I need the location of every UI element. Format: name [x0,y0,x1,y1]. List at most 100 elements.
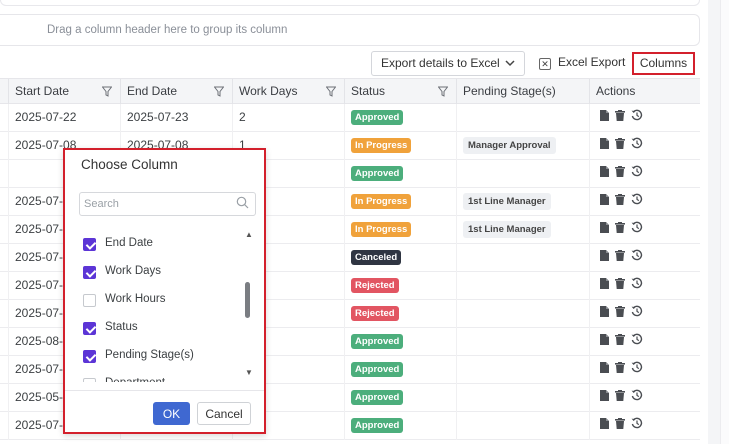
stage-chip: Manager Approval [463,137,556,155]
status-badge: Rejected [351,278,399,294]
cell-work-days: 2 [232,104,344,132]
history-icon[interactable] [631,412,643,439]
cell-status: Approved [344,356,456,384]
cell-actions [589,188,700,216]
grid-toolbar: Export details to Excel ✕ Excel Export [0,48,700,78]
column-checkbox[interactable] [83,322,96,335]
status-badge: Canceled [351,250,402,266]
file-icon[interactable] [600,216,609,243]
scroll-up-icon[interactable]: ▲ [245,230,253,239]
trash-icon[interactable] [615,244,625,271]
trash-icon[interactable] [615,300,625,327]
top-panel-edge [0,0,700,6]
status-badge: Approved [351,110,404,126]
history-icon[interactable] [631,132,643,159]
file-icon[interactable] [600,300,609,327]
cell-status: Approved [344,384,456,412]
trash-icon[interactable] [615,160,625,187]
trash-icon[interactable] [615,328,625,355]
history-icon[interactable] [631,188,643,215]
header-start-date[interactable]: Start Date [8,79,120,105]
status-badge: Rejected [351,306,399,322]
cell-status: Rejected [344,272,456,300]
header-pending-stages[interactable]: Pending Stage(s) [456,79,589,105]
column-checkbox[interactable] [83,378,96,382]
columns-button[interactable]: Columns [632,52,695,75]
history-icon[interactable] [631,356,643,383]
cell-status: Rejected [344,300,456,328]
cell-actions [589,384,700,412]
file-icon[interactable] [600,104,609,131]
file-icon[interactable] [600,132,609,159]
column-search-input[interactable] [79,192,256,216]
stage-chip: 1st Line Manager [463,193,551,211]
status-badge: In Progress [351,194,412,210]
file-icon[interactable] [600,328,609,355]
cell-status: In Progress [344,132,456,160]
export-details-dropdown[interactable]: Export details to Excel [371,51,525,76]
excel-export-button[interactable]: ✕ Excel Export [539,55,625,73]
grid-header: Start Date End Date Work Days Status Pen… [0,78,700,105]
trash-icon[interactable] [615,216,625,243]
cell-pending-stages: 1st Line Manager [456,188,589,216]
file-icon[interactable] [600,384,609,411]
table-row[interactable]: 2025-07-22 2025-07-23 2 Approved [0,104,700,132]
cell-end-date: 2025-07-23 [120,104,232,132]
page-scrollbar[interactable] [708,0,729,444]
file-icon[interactable] [600,412,609,439]
column-checkbox[interactable] [83,294,96,307]
excel-icon: ✕ [539,58,551,70]
scroll-down-icon[interactable]: ▼ [245,368,253,377]
history-icon[interactable] [631,216,643,243]
column-option-label: Status [105,321,138,333]
trash-icon[interactable] [615,104,625,131]
trash-icon[interactable] [615,356,625,383]
column-checkbox[interactable] [83,350,96,363]
group-panel[interactable]: Drag a column header here to group its c… [0,14,700,46]
column-checkbox[interactable] [83,238,96,251]
status-badge: Approved [351,334,404,350]
cell-actions [589,160,700,188]
cell-actions [589,328,700,356]
file-icon[interactable] [600,356,609,383]
history-icon[interactable] [631,328,643,355]
history-icon[interactable] [631,272,643,299]
trash-icon[interactable] [615,272,625,299]
column-option-label: Pending Stage(s) [105,349,194,361]
cell-status: Approved [344,104,456,132]
search-icon [236,196,249,212]
trash-icon[interactable] [615,412,625,439]
group-panel-hint: Drag a column header here to group its c… [47,24,288,36]
header-end-date[interactable]: End Date [120,79,232,105]
history-icon[interactable] [631,384,643,411]
cell-actions [589,132,700,160]
cell-status: Approved [344,328,456,356]
cell-pending-stages [456,412,589,440]
column-checkbox[interactable] [83,266,96,279]
cell-status: Approved [344,160,456,188]
history-icon[interactable] [631,244,643,271]
history-icon[interactable] [631,104,643,131]
header-status[interactable]: Status [344,79,456,105]
trash-icon[interactable] [615,132,625,159]
header-work-days[interactable]: Work Days [232,79,344,105]
cell-status: Canceled [344,244,456,272]
status-badge: In Progress [351,222,412,238]
file-icon[interactable] [600,188,609,215]
status-badge: Approved [351,390,404,406]
file-icon[interactable] [600,244,609,271]
file-icon[interactable] [600,160,609,187]
file-icon[interactable] [600,272,609,299]
cell-pending-stages [456,300,589,328]
cancel-button[interactable]: Cancel [197,402,251,425]
history-icon[interactable] [631,300,643,327]
column-list-scroll-thumb[interactable] [245,282,250,318]
header-actions: Actions [589,79,700,105]
trash-icon[interactable] [615,384,625,411]
cell-status: In Progress [344,216,456,244]
ok-button[interactable]: OK [153,402,190,425]
trash-icon[interactable] [615,188,625,215]
cell-pending-stages [456,356,589,384]
history-icon[interactable] [631,160,643,187]
cell-actions [589,104,700,132]
